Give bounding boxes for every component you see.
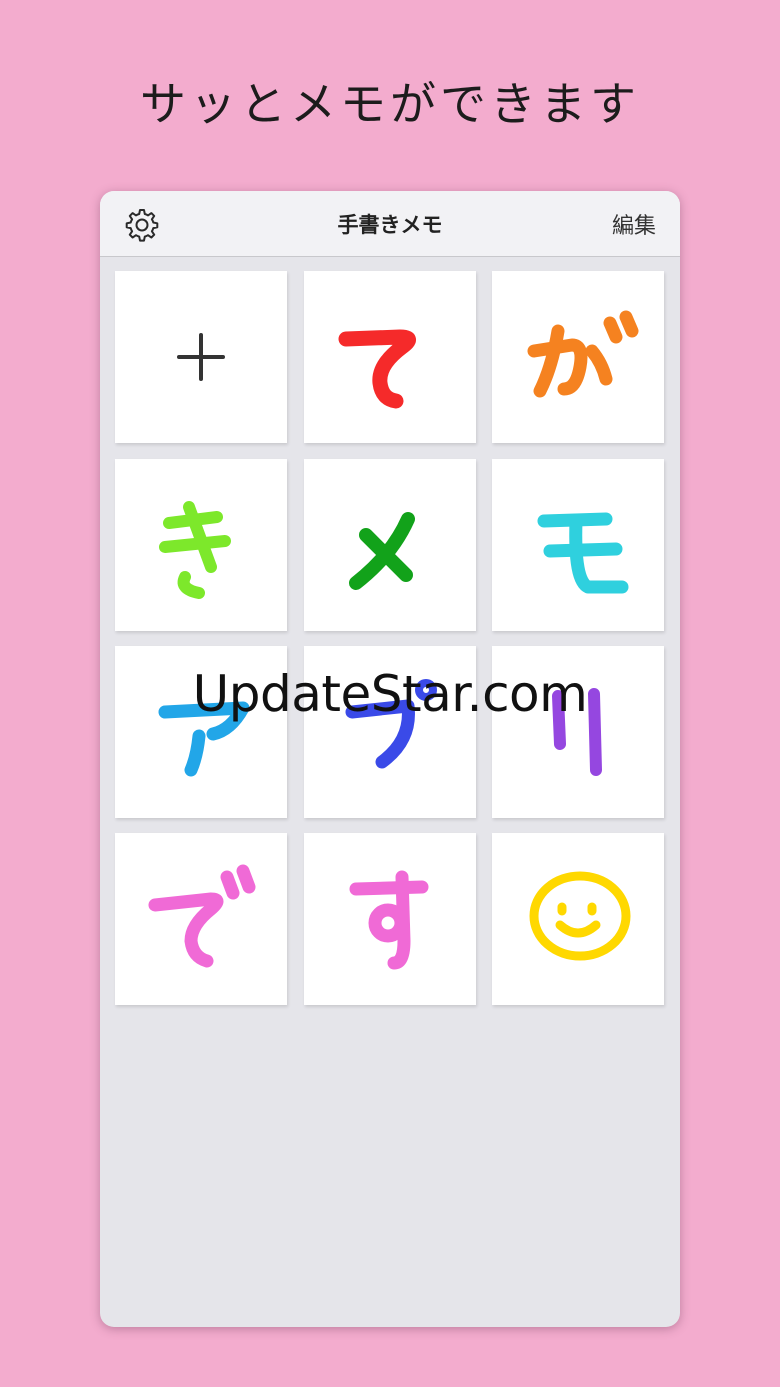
- memo-item[interactable]: メ: [304, 459, 476, 631]
- memo-drawing-te: [338, 329, 416, 409]
- memo-item[interactable]: で: [115, 833, 287, 1005]
- headline: サッとメモができます: [140, 77, 640, 131]
- smiley-icon: [529, 871, 631, 961]
- memo-item[interactable]: て: [304, 271, 476, 443]
- memo-drawing-a: [158, 701, 250, 777]
- memo-item[interactable]: プ: [304, 646, 476, 818]
- page-title: 手書きメモ: [337, 213, 443, 237]
- memo-drawing-mo: [537, 512, 629, 594]
- memo-item[interactable]: モ: [492, 459, 664, 631]
- memo-item[interactable]: ア: [115, 646, 287, 818]
- memo-drawing-ki: [159, 501, 231, 599]
- add-memo-button[interactable]: +: [115, 271, 287, 443]
- navigation-bar: 手書きメモ 編集: [100, 191, 680, 257]
- memo-drawing-su: [349, 870, 429, 970]
- memo-drawing-de: [148, 864, 256, 968]
- edit-button[interactable]: 編集: [612, 208, 656, 240]
- memo-item[interactable]: す: [304, 833, 476, 1005]
- app-window: 手書きメモ 編集 + て が: [100, 191, 680, 1327]
- memo-item[interactable]: き: [115, 459, 287, 631]
- memo-drawing-me: [349, 512, 415, 590]
- plus-icon: [177, 333, 225, 381]
- memo-item[interactable]: が: [492, 271, 664, 443]
- memo-drawing-pu: [345, 679, 437, 769]
- memo-drawing-ri: [552, 688, 602, 776]
- memo-item[interactable]: smiley: [492, 833, 664, 1005]
- memo-item[interactable]: リ: [492, 646, 664, 818]
- memo-drawing-ga: [527, 310, 639, 398]
